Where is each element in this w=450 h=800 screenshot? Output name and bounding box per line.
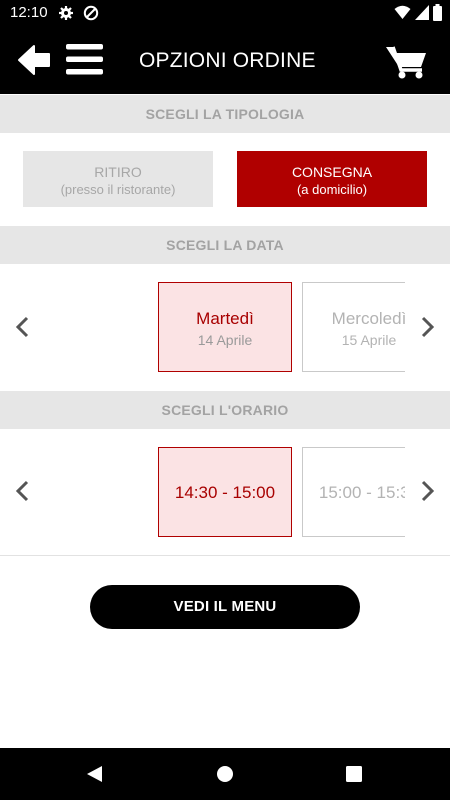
nav-back-icon[interactable]: [86, 765, 103, 783]
view-menu-button[interactable]: VEDI IL MENU: [90, 585, 360, 629]
pickup-option-label: RITIRO: [94, 164, 142, 180]
pickup-option-button[interactable]: RITIRO (presso il ristorante): [23, 151, 213, 207]
wifi-icon: [394, 5, 411, 19]
data-saver-icon: [83, 5, 99, 21]
time-slot[interactable]: 15:00 - 15:30: [302, 447, 405, 537]
time-slot-label: 14:30 - 15:00: [174, 483, 276, 502]
date-card-day: Martedì: [196, 309, 254, 328]
nav-home-icon[interactable]: [216, 765, 234, 783]
system-nav-bar: [0, 748, 450, 800]
delivery-option-button[interactable]: CONSEGNA (a domicilio): [237, 151, 427, 207]
app-bar: OPZIONI ORDINE: [0, 26, 450, 94]
date-card[interactable]: Mercoledì 15 Aprile: [302, 282, 405, 372]
section-divider: [0, 555, 450, 556]
time-prev-chevron-icon[interactable]: [10, 476, 36, 506]
delivery-option-sublabel: (a domicilio): [296, 182, 368, 197]
pickup-option-sublabel: (presso il ristorante): [60, 182, 176, 197]
back-arrow-icon[interactable]: [17, 44, 51, 76]
battery-icon: [433, 4, 442, 21]
signal-icon: [415, 5, 429, 20]
settings-icon: [59, 6, 73, 20]
date-card-date: 15 Aprile: [341, 332, 397, 348]
time-carousel: 14:30 - 15:00 15:00 - 15:30: [40, 447, 405, 537]
nav-recents-icon[interactable]: [346, 766, 362, 782]
date-section-header: SCEGLI LA DATA: [0, 226, 450, 264]
hamburger-menu-icon[interactable]: [66, 44, 103, 75]
date-card-selected[interactable]: Martedì 14 Aprile: [158, 282, 292, 372]
status-bar: 12:10: [0, 0, 450, 26]
time-section-header: SCEGLI L'ORARIO: [0, 391, 450, 429]
type-section-header: SCEGLI LA TIPOLOGIA: [0, 95, 450, 133]
time-next-chevron-icon[interactable]: [414, 476, 440, 506]
date-card-date: 14 Aprile: [197, 332, 253, 348]
time-slot-label: 15:00 - 15:30: [318, 483, 405, 502]
shopping-cart-icon[interactable]: [386, 44, 428, 80]
status-time: 12:10: [10, 4, 48, 21]
page-title: OPZIONI ORDINE: [139, 49, 316, 72]
date-next-chevron-icon[interactable]: [414, 312, 440, 342]
date-prev-chevron-icon[interactable]: [10, 312, 36, 342]
time-slot-selected[interactable]: 14:30 - 15:00: [158, 447, 292, 537]
date-carousel: Martedì 14 Aprile Mercoledì 15 Aprile: [40, 282, 405, 372]
date-card-day: Mercoledì: [331, 309, 405, 328]
delivery-option-label: CONSEGNA: [291, 164, 373, 180]
